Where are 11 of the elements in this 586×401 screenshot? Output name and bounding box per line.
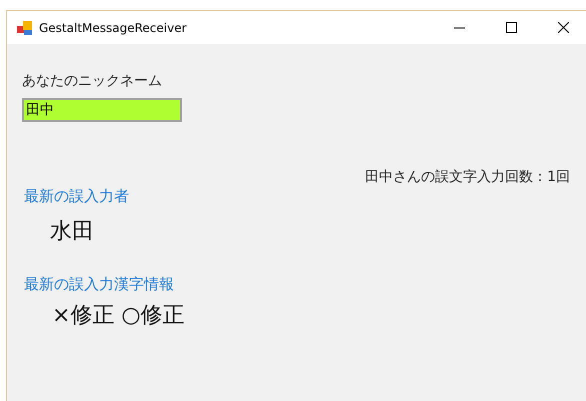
latest-kanji-info: ×修正 ○修正: [52, 302, 185, 330]
nickname-label: あなたのニックネーム: [22, 72, 162, 90]
latest-user-name: 水田: [50, 218, 94, 246]
app-icon: [17, 20, 33, 36]
maximize-icon[interactable]: [506, 22, 516, 33]
error-count-text: 田中さんの誤文字入力回数：1回: [365, 168, 570, 186]
nickname-field[interactable]: 田中: [22, 98, 182, 122]
window-title: GestaltMessageReceiver: [39, 20, 188, 34]
latest-user-label: 最新の誤入力者: [24, 187, 129, 206]
latest-kanji-label: 最新の誤入力漢字情報: [24, 275, 174, 294]
close-icon[interactable]: [558, 22, 568, 33]
